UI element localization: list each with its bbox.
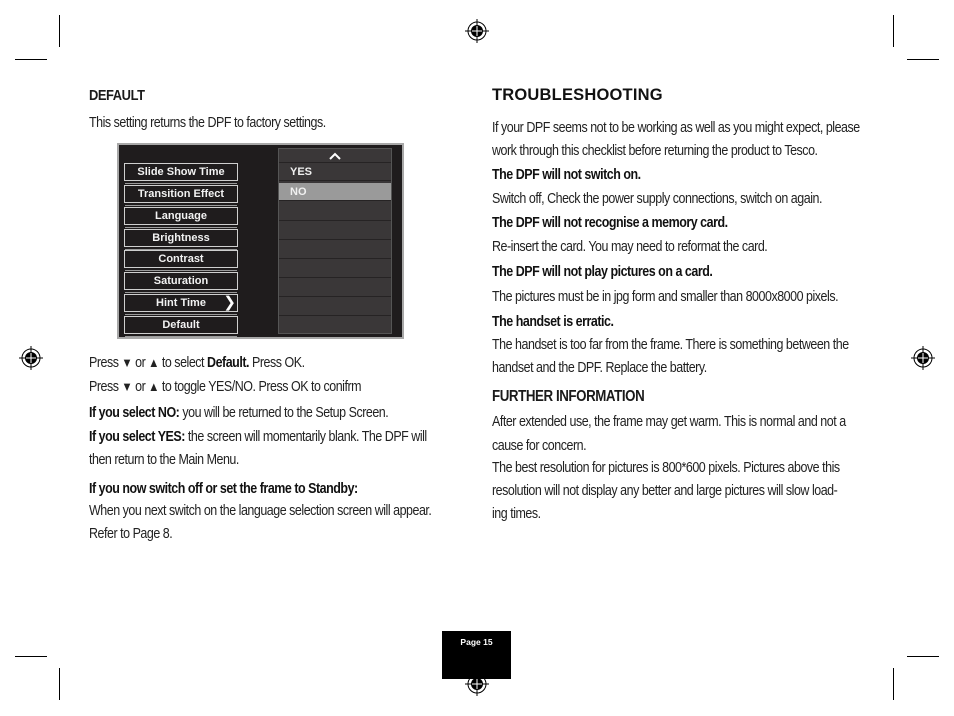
issue-answer-cont: handset and the DPF. Replace the battery… bbox=[492, 360, 707, 376]
issue-answer: Switch off, Check the power supply conne… bbox=[492, 191, 822, 207]
down-arrow-icon: ▼ bbox=[121, 379, 133, 394]
troubleshooting-intro-cont: work through this checklist before retur… bbox=[492, 143, 818, 159]
chevron-right-icon: ❯ bbox=[223, 294, 236, 311]
if-select-no: If you select NO: you will be returned t… bbox=[89, 405, 389, 421]
issue-answer: Re-insert the card. You may need to refo… bbox=[492, 239, 768, 255]
crop-mark bbox=[59, 15, 60, 47]
default-intro: This setting returns the DPF to factory … bbox=[89, 115, 326, 131]
registration-mark-icon bbox=[465, 19, 489, 43]
menu-item-brightness[interactable]: Brightness bbox=[124, 229, 238, 250]
section-heading-troubleshooting: TROUBLESHOOTING bbox=[492, 86, 663, 104]
issue-question: The handset is erratic. bbox=[492, 314, 614, 330]
options-list: YES NO bbox=[278, 148, 392, 334]
if-select-yes-cont: then return to the Main Menu. bbox=[89, 452, 239, 468]
chevron-up-icon bbox=[329, 152, 341, 160]
menu-item-hint-time[interactable]: Hint Time ❯ bbox=[124, 294, 238, 315]
instruction-toggle: Press ▼ or ▲ to toggle YES/NO. Press OK … bbox=[89, 379, 362, 395]
dpf-settings-screen: Slide Show Time Transition Effect Langua… bbox=[117, 143, 404, 339]
option-yes[interactable]: YES bbox=[279, 163, 391, 181]
if-select-yes: If you select YES: the screen will momen… bbox=[89, 429, 427, 445]
scroll-up-button[interactable] bbox=[279, 149, 391, 163]
standby-heading: If you now switch off or set the frame t… bbox=[89, 481, 358, 497]
menu-item-label: Hint Time bbox=[156, 297, 206, 309]
issue-question: The DPF will not play pictures on a card… bbox=[492, 264, 713, 280]
menu-item-slide-show-time[interactable]: Slide Show Time bbox=[124, 163, 238, 184]
registration-mark-icon bbox=[911, 346, 935, 370]
issue-answer: The pictures must be in jpg form and sma… bbox=[492, 289, 839, 305]
crop-mark bbox=[907, 59, 939, 60]
standby-text-cont: Refer to Page 8. bbox=[89, 526, 173, 542]
further-text: ing times. bbox=[492, 506, 541, 522]
option-empty bbox=[279, 203, 391, 221]
section-heading-default: DEFAULT bbox=[89, 87, 145, 104]
crop-mark bbox=[15, 59, 47, 60]
menu-item-default[interactable]: Default bbox=[124, 316, 238, 337]
registration-mark-icon bbox=[465, 672, 489, 696]
crop-mark bbox=[59, 668, 60, 700]
option-empty bbox=[279, 222, 391, 240]
crop-mark bbox=[893, 668, 894, 700]
page-number: Page 15 bbox=[460, 637, 493, 647]
down-arrow-icon: ▼ bbox=[121, 355, 133, 370]
troubleshooting-intro: If your DPF seems not to be working as w… bbox=[492, 120, 860, 136]
option-empty bbox=[279, 260, 391, 278]
crop-mark bbox=[893, 15, 894, 47]
up-arrow-icon: ▲ bbox=[148, 379, 159, 394]
further-text: The best resolution for pictures is 800*… bbox=[492, 460, 840, 476]
further-text: resolution will not display any better a… bbox=[492, 483, 838, 499]
option-empty bbox=[279, 298, 391, 316]
menu-item-contrast[interactable]: Contrast bbox=[124, 250, 238, 271]
section-heading-further-information: FURTHER INFORMATION bbox=[492, 388, 645, 405]
issue-answer: The handset is too far from the frame. T… bbox=[492, 337, 849, 353]
instruction-select-default: Press ▼ or ▲ to select Default. Press OK… bbox=[89, 355, 305, 371]
standby-text: When you next switch on the language sel… bbox=[89, 503, 432, 519]
crop-mark bbox=[907, 656, 939, 657]
option-empty bbox=[279, 279, 391, 297]
menu-item-transition-effect[interactable]: Transition Effect bbox=[124, 185, 238, 206]
further-text: After extended use, the frame may get wa… bbox=[492, 414, 846, 430]
option-empty bbox=[279, 317, 391, 335]
further-text: cause for concern. bbox=[492, 438, 587, 454]
up-arrow-icon: ▲ bbox=[148, 355, 159, 370]
menu-item-language[interactable]: Language bbox=[124, 207, 238, 228]
issue-question: The DPF will not recognise a memory card… bbox=[492, 215, 728, 231]
menu-item-saturation[interactable]: Saturation bbox=[124, 272, 238, 293]
option-no-selected[interactable]: NO bbox=[279, 183, 391, 201]
registration-mark-icon bbox=[19, 346, 43, 370]
issue-question: The DPF will not switch on. bbox=[492, 167, 641, 183]
option-empty bbox=[279, 241, 391, 259]
crop-mark bbox=[15, 656, 47, 657]
